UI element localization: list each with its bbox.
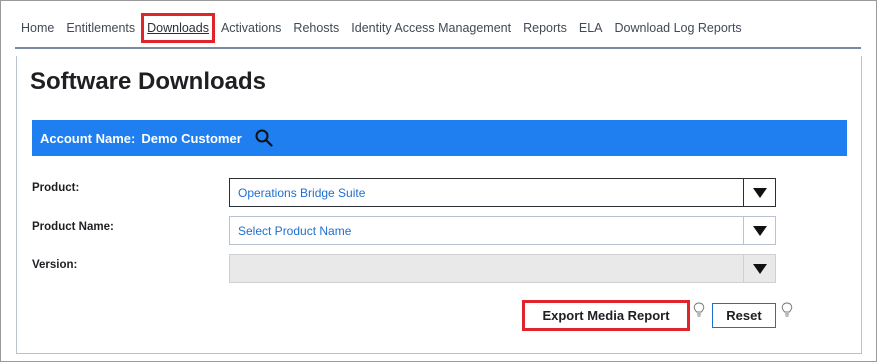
account-name-value: Demo Customer: [141, 130, 242, 146]
product-name-label: Product Name:: [32, 221, 114, 233]
nav-item-home[interactable]: Home: [15, 21, 60, 35]
product-name-select[interactable]: Select Product Name: [229, 216, 776, 245]
search-icon[interactable]: [254, 128, 274, 148]
nav-item-rehosts[interactable]: Rehosts: [287, 21, 345, 35]
account-name-label: Account Name:: [40, 130, 136, 146]
product-select[interactable]: Operations Bridge Suite: [229, 178, 776, 207]
chevron-down-icon[interactable]: [743, 179, 775, 206]
page-title: Software Downloads: [30, 68, 267, 95]
account-bar: Account Name: Demo Customer: [32, 120, 847, 156]
reset-button[interactable]: Reset: [712, 303, 776, 328]
export-media-report-button[interactable]: Export Media Report: [522, 300, 690, 331]
nav-item-reports[interactable]: Reports: [517, 21, 573, 35]
top-nav: Home Entitlements Downloads Activations …: [15, 9, 861, 49]
nav-item-ela[interactable]: ELA: [573, 21, 609, 35]
nav-item-identity-access-management[interactable]: Identity Access Management: [345, 21, 517, 35]
version-label: Version:: [32, 259, 78, 271]
nav-item-downloads[interactable]: Downloads: [141, 13, 215, 43]
chevron-down-icon[interactable]: [743, 217, 775, 244]
chevron-down-icon[interactable]: [743, 255, 775, 282]
version-select[interactable]: [229, 254, 776, 283]
product-label: Product:: [32, 182, 80, 194]
nav-item-entitlements[interactable]: Entitlements: [60, 21, 141, 35]
lightbulb-icon[interactable]: [781, 302, 793, 318]
product-name-select-value: Select Product Name: [238, 224, 352, 238]
nav-item-download-log-reports[interactable]: Download Log Reports: [609, 21, 748, 35]
product-select-value: Operations Bridge Suite: [238, 186, 366, 200]
nav-item-activations[interactable]: Activations: [215, 21, 287, 35]
lightbulb-icon[interactable]: [693, 302, 705, 318]
downloads-panel: Software Downloads Account Name: Demo Cu…: [16, 56, 862, 354]
screenshot-frame: Home Entitlements Downloads Activations …: [0, 0, 877, 362]
